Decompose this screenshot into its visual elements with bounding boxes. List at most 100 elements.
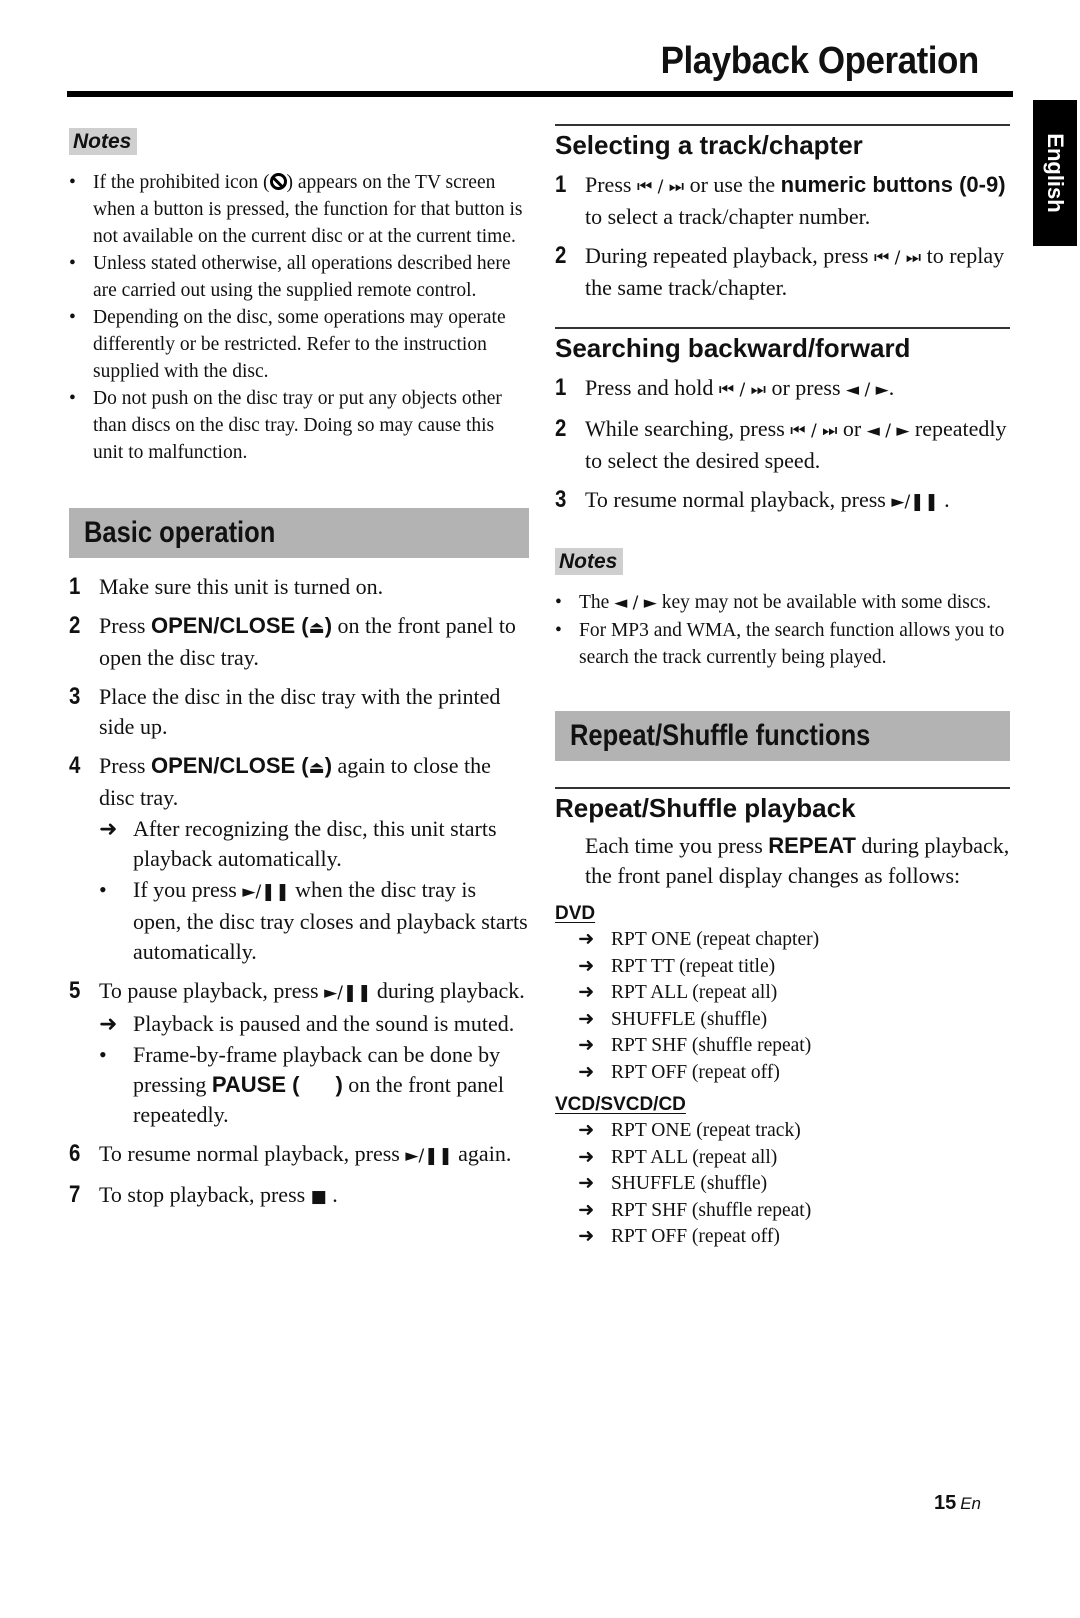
step-text: . — [938, 487, 950, 512]
step-number: 3 — [555, 486, 567, 513]
section-title: Repeat/Shuffle functions — [570, 719, 871, 752]
play-pause-icon: ►/❚❚ — [405, 1146, 453, 1166]
skip-prev-next-icon: ⏮ / ⏭ — [718, 380, 766, 400]
repeat-mode-item: ➜ RPT OFF (repeat off) — [555, 1060, 1010, 1087]
step-number: 1 — [555, 171, 567, 198]
button-name: PAUSE ( — [211, 1072, 300, 1097]
arrow-icon: ➜ — [578, 1146, 595, 1168]
note-text: The — [579, 592, 615, 613]
step-number: 6 — [69, 1140, 81, 1167]
note-item: The ◄ / ► key may not be available with … — [555, 589, 1010, 617]
arrow-icon: ➜ — [578, 955, 595, 977]
result-text: After recognizing the disc, this unit st… — [133, 816, 497, 871]
eject-icon: ⏏ — [308, 758, 325, 778]
step-text: . — [888, 375, 895, 400]
repeat-mode-item: ➜ RPT OFF (repeat off) — [555, 1224, 1010, 1251]
arrow-icon: ➜ — [578, 1035, 595, 1056]
step-text: or — [837, 416, 867, 441]
arrow-icon: ➜ — [578, 1173, 595, 1194]
step-item: 3 Place the disc in the disc tray with t… — [69, 682, 529, 742]
mode-text: RPT SHF (shuffle repeat) — [611, 1035, 812, 1056]
step-text: To pause playback, press — [99, 978, 325, 1003]
button-name: OPEN/CLOSE ( — [150, 613, 309, 638]
step-item: 1 Press and hold ⏮ / ⏭ or press ◄ / ►. — [555, 373, 1010, 405]
button-name: numeric buttons (0-9) — [780, 172, 1006, 197]
rewind-forward-icon: ◄ / ► — [846, 380, 889, 400]
step-result: ➜ After recognizing the disc, this unit s… — [99, 814, 529, 874]
page-number-value: 15 — [933, 1492, 957, 1514]
step-number: 4 — [69, 752, 81, 779]
step-text: Press and hold — [585, 375, 719, 400]
step-number: 7 — [69, 1181, 81, 1208]
language-tab-label: English — [1043, 133, 1068, 213]
step-item: 7 To stop playback, press ■ . — [69, 1180, 529, 1212]
selecting-steps: 1 Press ⏮ / ⏭ or use the numeric buttons… — [555, 170, 1010, 303]
arrow-icon: ➜ — [578, 982, 595, 1003]
repeat-mode-list: ➜ RPT ONE (repeat track) ➜ RPT ALL (repeat… — [555, 1118, 1010, 1251]
arrow-icon: ➜ — [578, 1061, 595, 1083]
arrow-icon: ➜ — [578, 1226, 595, 1247]
repeat-intro: Each time you press REPEAT during playba… — [555, 831, 1010, 891]
page-language-suffix: En — [960, 1494, 981, 1513]
subsection-title: Selecting a track/chapter — [555, 130, 863, 160]
skip-prev-next-icon: ⏮ / ⏭ — [636, 177, 685, 197]
repeat-mode-item: ➜ RPT ALL (repeat all) — [555, 980, 1010, 1007]
step-bullet: • If you press ►/❚❚ when the disc tray is… — [99, 875, 529, 967]
note-item: Do not push on the disc tray or put any … — [69, 385, 529, 466]
mode-text: RPT ONE (repeat track) — [611, 1120, 801, 1141]
note-text: If the prohibited icon ( — [93, 172, 270, 193]
step-item: 1 Make sure this unit is turned on. — [69, 572, 529, 602]
mode-text: RPT ALL (repeat all) — [611, 982, 778, 1003]
step-number: 1 — [69, 573, 81, 600]
basic-steps: 1 Make sure this unit is turned on. 2 Pr… — [69, 572, 529, 1212]
mode-text: RPT TT (repeat title) — [611, 955, 776, 977]
step-number: 1 — [555, 374, 567, 401]
play-pause-icon: ►/❚❚ — [242, 882, 290, 902]
notes-list: If the prohibited icon () appears on the… — [69, 169, 529, 466]
note-item: For MP3 and WMA, the search function all… — [555, 617, 1010, 671]
mode-text: SHUFFLE (shuffle) — [611, 1173, 768, 1194]
step-number: 5 — [69, 977, 81, 1004]
section-header-repeat-shuffle: Repeat/Shuffle functions — [555, 711, 1010, 761]
intro-text: Each time you press — [585, 833, 769, 858]
step-item: 2 During repeated playback, press ⏮ / ⏭ … — [555, 241, 1010, 303]
step-text: again. — [452, 1141, 512, 1166]
step-item: 2 While searching, press ⏮ / ⏭ or ◄ / ► … — [555, 414, 1010, 476]
step-number: 3 — [69, 683, 81, 710]
arrow-icon: ➜ — [578, 1120, 595, 1141]
disc-type-label: DVD — [555, 903, 596, 924]
step-text: Press — [585, 172, 637, 197]
button-name: OPEN/CLOSE ( — [150, 753, 309, 778]
mode-text: RPT OFF (repeat off) — [611, 1061, 780, 1083]
button-name: ) — [324, 613, 333, 638]
step-text: To stop playback, press — [99, 1182, 311, 1207]
button-name: REPEAT — [768, 833, 856, 858]
prohibited-icon — [269, 173, 287, 190]
step-text: . — [326, 1182, 338, 1207]
right-column: Selecting a track/chapter 1 Press ⏮ / ⏭ … — [555, 124, 1010, 1251]
subsection-title: Searching backward/forward — [555, 333, 911, 363]
note-text: key may not be available with some discs… — [656, 592, 992, 613]
step-item: 5 To pause playback, press ►/❚❚ during p… — [69, 976, 529, 1130]
rewind-forward-icon: ◄ / ► — [614, 593, 657, 613]
repeat-mode-item: ➜ RPT TT (repeat title) — [555, 954, 1010, 981]
mode-text: RPT SHF (shuffle repeat) — [611, 1199, 812, 1221]
arrow-icon: ➜ — [99, 816, 118, 841]
repeat-mode-list: ➜ RPT ONE (repeat chapter) ➜ RPT TT (repea… — [555, 927, 1010, 1086]
disc-type-label: VCD/SVCD/CD — [555, 1094, 686, 1115]
step-result: ➜ Playback is paused and the sound is mut… — [99, 1009, 529, 1039]
arrow-icon: ➜ — [99, 1011, 118, 1036]
arrow-icon: ➜ — [578, 929, 595, 950]
note-item: Depending on the disc, some operations m… — [69, 304, 529, 385]
repeat-mode-item: ➜ RPT ALL (repeat all) — [555, 1145, 1010, 1172]
step-item: 6 To resume normal playback, press ►/❚❚ … — [69, 1139, 529, 1171]
section-title: Basic operation — [84, 516, 276, 549]
subsection-searching: Searching backward/forward — [555, 327, 1010, 365]
subsection-repeat-playback: Repeat/Shuffle playback — [555, 787, 1010, 825]
step-text: Press — [99, 753, 151, 778]
notes-label: Notes — [555, 548, 624, 575]
arrow-icon: ➜ — [578, 1008, 595, 1030]
eject-icon: ⏏ — [308, 618, 325, 638]
subsection-title: Repeat/Shuffle playback — [555, 793, 856, 823]
step-text: Make sure this unit is turned on. — [99, 574, 384, 599]
